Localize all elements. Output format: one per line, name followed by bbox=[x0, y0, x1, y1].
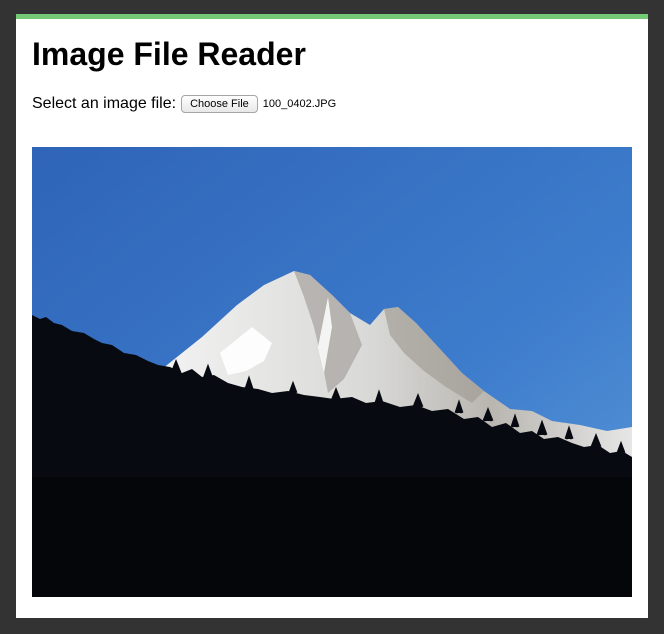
page-container: Image File Reader Select an image file: … bbox=[16, 14, 648, 618]
file-picker-label: Select an image file: bbox=[32, 95, 177, 112]
choose-file-button[interactable]: Choose File bbox=[181, 95, 258, 113]
selected-file-name: 100_0402.JPG bbox=[262, 98, 337, 110]
mountain-photo-image bbox=[32, 147, 632, 597]
image-preview bbox=[32, 147, 632, 597]
accent-bar bbox=[16, 14, 648, 19]
file-picker-row: Select an image file: Choose File 100_04… bbox=[32, 93, 336, 115]
page-title: Image File Reader bbox=[32, 36, 306, 72]
